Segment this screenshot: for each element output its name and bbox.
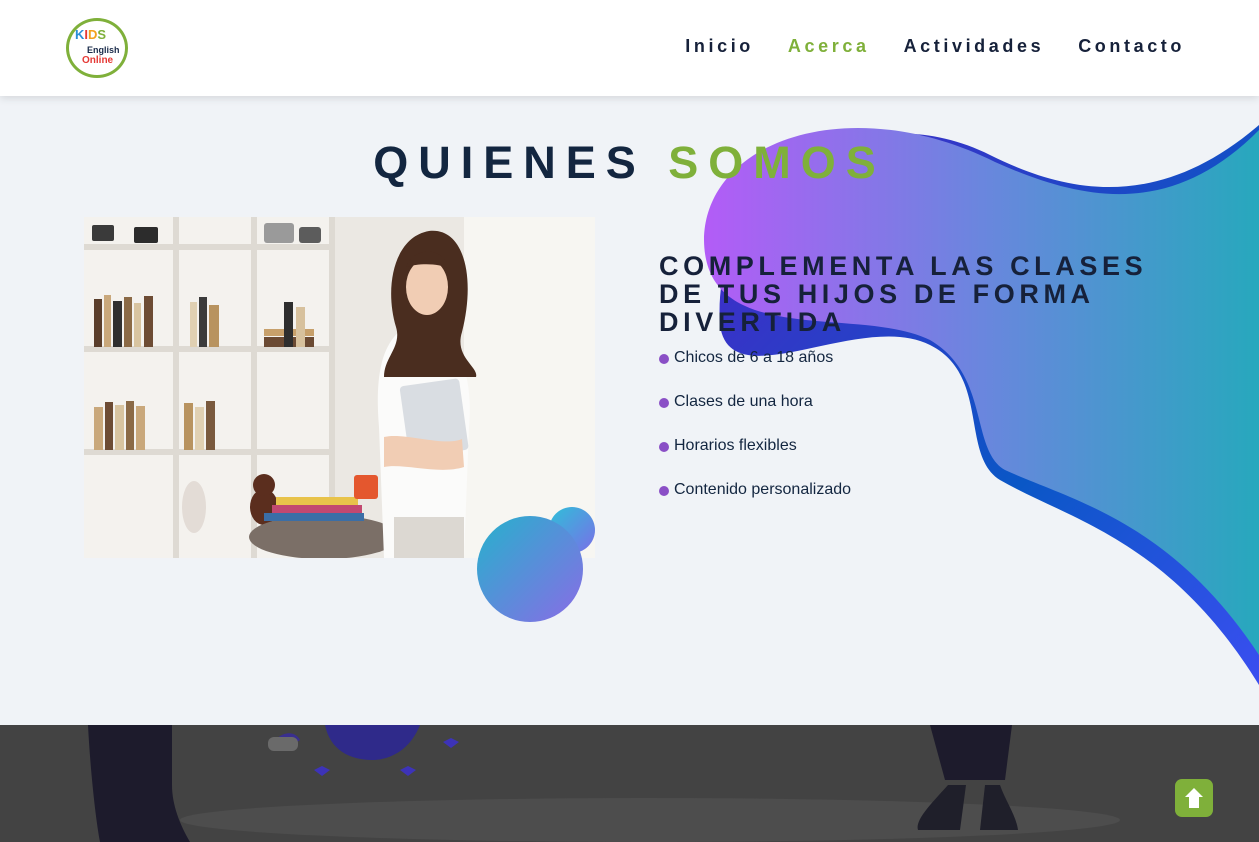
section-title: QUIENES SOMOS	[0, 137, 1259, 189]
feature-text: Horarios flexibles	[674, 437, 797, 454]
nav-link-actividades[interactable]: Actividades	[904, 36, 1045, 57]
teacher-photo	[84, 217, 595, 558]
logo-kids-text: KIDS	[75, 27, 107, 42]
bullet-dot-icon	[659, 398, 669, 408]
nav-link-contacto[interactable]: Contacto	[1078, 36, 1185, 57]
activities-section-background	[0, 725, 1259, 842]
activities-illustration	[88, 725, 1120, 842]
feature-text: Contenido personalizado	[674, 481, 852, 498]
decorative-circle-large	[477, 516, 583, 622]
feature-text: Clases de una hora	[674, 393, 813, 410]
main-navigation: Inicio Acerca Actividades Contacto	[685, 36, 1185, 57]
list-item: Contenido personalizado	[659, 480, 851, 524]
list-item: Chicos de 6 a 18 años	[659, 348, 851, 392]
logo-english-text: English	[87, 45, 120, 55]
kids-english-online-logo[interactable]: KIDS English Online	[66, 18, 128, 78]
feature-text: Chicos de 6 a 18 años	[674, 349, 834, 366]
bullet-dot-icon	[659, 486, 669, 496]
arrow-up-icon	[1185, 788, 1203, 808]
section-subheading: COMPLEMENTA LAS CLASES DE TUS HIJOS DE F…	[659, 251, 1148, 337]
features-list: Chicos de 6 a 18 años Clases de una hora…	[659, 348, 851, 524]
nav-link-acerca[interactable]: Acerca	[788, 36, 870, 57]
list-item: Clases de una hora	[659, 392, 851, 436]
title-word-quienes: QUIENES	[373, 137, 646, 188]
bullet-dot-icon	[659, 354, 669, 364]
logo-online-text: Online	[82, 55, 114, 66]
site-header: KIDS English Online Inicio Acerca Activi…	[0, 0, 1259, 96]
back-to-top-button[interactable]	[1175, 779, 1213, 817]
title-word-somos: SOMOS	[668, 137, 886, 188]
nav-link-inicio[interactable]: Inicio	[685, 36, 754, 57]
bullet-dot-icon	[659, 442, 669, 452]
list-item: Horarios flexibles	[659, 436, 851, 480]
